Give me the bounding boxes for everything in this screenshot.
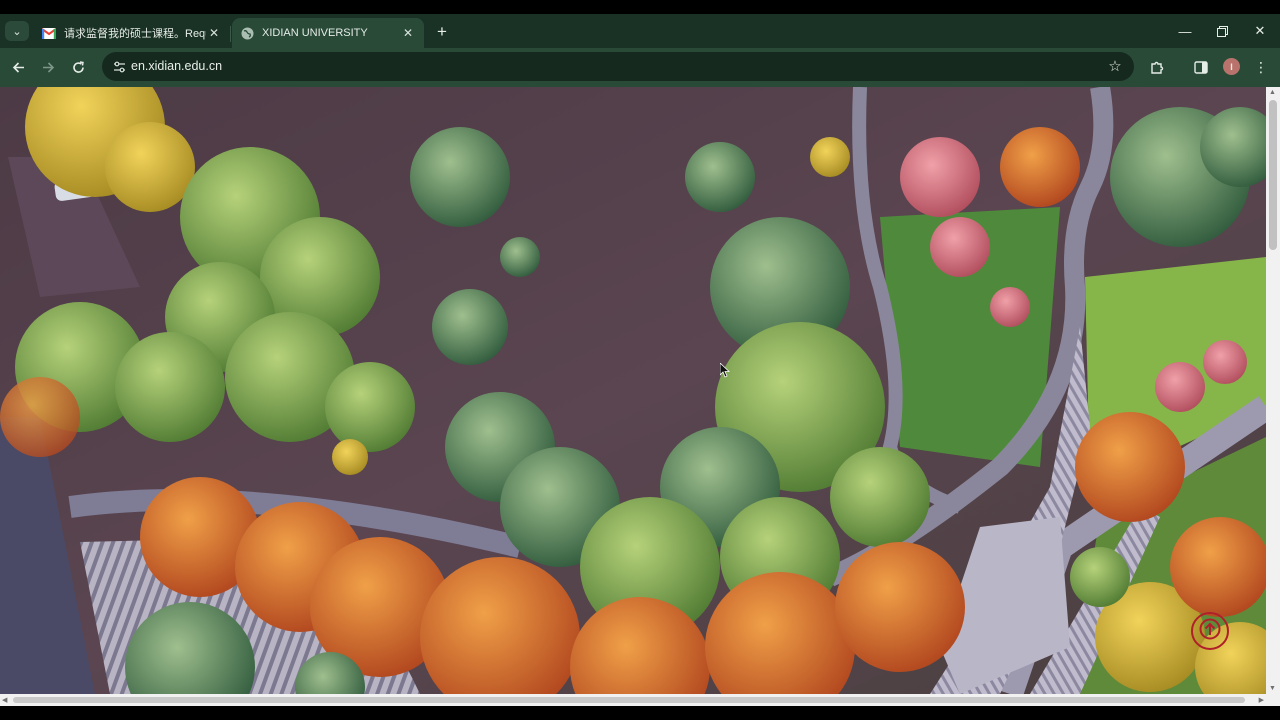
- horizontal-scrollbar[interactable]: ◀ ▶: [0, 694, 1266, 706]
- tab-strip: ⌄ 请求监督我的硕士课程。Reque ✕ XIDIAN UNIVERSITY ✕…: [0, 14, 1280, 48]
- address-bar[interactable]: en.xidian.edu.cn ☆: [102, 52, 1134, 81]
- close-icon[interactable]: ✕: [1242, 20, 1278, 42]
- chevron-down-icon[interactable]: ⌄: [5, 21, 29, 41]
- tab-title: 请求监督我的硕士课程。Reque: [64, 28, 206, 40]
- letterbox-top: [0, 0, 1280, 14]
- arrow-right-icon[interactable]: [37, 56, 59, 78]
- tab-xidian[interactable]: XIDIAN UNIVERSITY ✕: [232, 18, 424, 48]
- back-to-top-button[interactable]: [1191, 612, 1229, 650]
- gmail-icon: [42, 26, 56, 40]
- close-icon[interactable]: ✕: [400, 25, 416, 41]
- avatar[interactable]: I: [1223, 58, 1240, 75]
- puzzle-icon[interactable]: [1146, 56, 1168, 78]
- star-icon[interactable]: ☆: [1106, 57, 1124, 75]
- arrow-up-circle-icon: [1199, 618, 1221, 645]
- mouse-cursor: [719, 362, 731, 383]
- scroll-up-icon[interactable]: ▲: [1269, 89, 1277, 96]
- globe-icon: [240, 26, 254, 40]
- vertical-scrollbar[interactable]: ▲ ▼: [1266, 87, 1280, 694]
- tab-title: XIDIAN UNIVERSITY: [262, 27, 368, 39]
- tab-gmail[interactable]: 请求监督我的硕士课程。Reque ✕: [34, 18, 230, 48]
- scroll-down-icon[interactable]: ▼: [1269, 685, 1277, 692]
- plus-icon[interactable]: +: [432, 22, 452, 42]
- url-text[interactable]: en.xidian.edu.cn: [131, 59, 222, 73]
- restore-icon[interactable]: [1204, 20, 1240, 42]
- scrollbar-thumb[interactable]: [13, 697, 1245, 703]
- close-icon[interactable]: ✕: [206, 25, 222, 41]
- arrow-left-icon[interactable]: [7, 56, 29, 78]
- browser-window: ⌄ 请求监督我的硕士课程。Reque ✕ XIDIAN UNIVERSITY ✕…: [0, 0, 1280, 720]
- toolbar: en.xidian.edu.cn ☆ I ⋮: [0, 48, 1280, 87]
- tune-icon[interactable]: [110, 58, 128, 76]
- hero-aerial-image: [0, 87, 1266, 694]
- reload-icon[interactable]: [67, 56, 89, 78]
- side-panel-icon[interactable]: [1190, 56, 1212, 78]
- letterbox-bottom: [0, 706, 1280, 720]
- scroll-right-icon[interactable]: ▶: [1259, 696, 1264, 704]
- browser-chrome: ⌄ 请求监督我的硕士课程。Reque ✕ XIDIAN UNIVERSITY ✕…: [0, 14, 1280, 87]
- scrollbar-corner: [1266, 694, 1280, 706]
- scroll-left-icon[interactable]: ◀: [2, 696, 7, 704]
- page-viewport: [0, 87, 1266, 694]
- tab-separator: [230, 26, 231, 42]
- scrollbar-thumb[interactable]: [1269, 100, 1277, 250]
- minimize-icon[interactable]: —: [1167, 20, 1203, 42]
- kebab-menu-icon[interactable]: ⋮: [1250, 56, 1272, 78]
